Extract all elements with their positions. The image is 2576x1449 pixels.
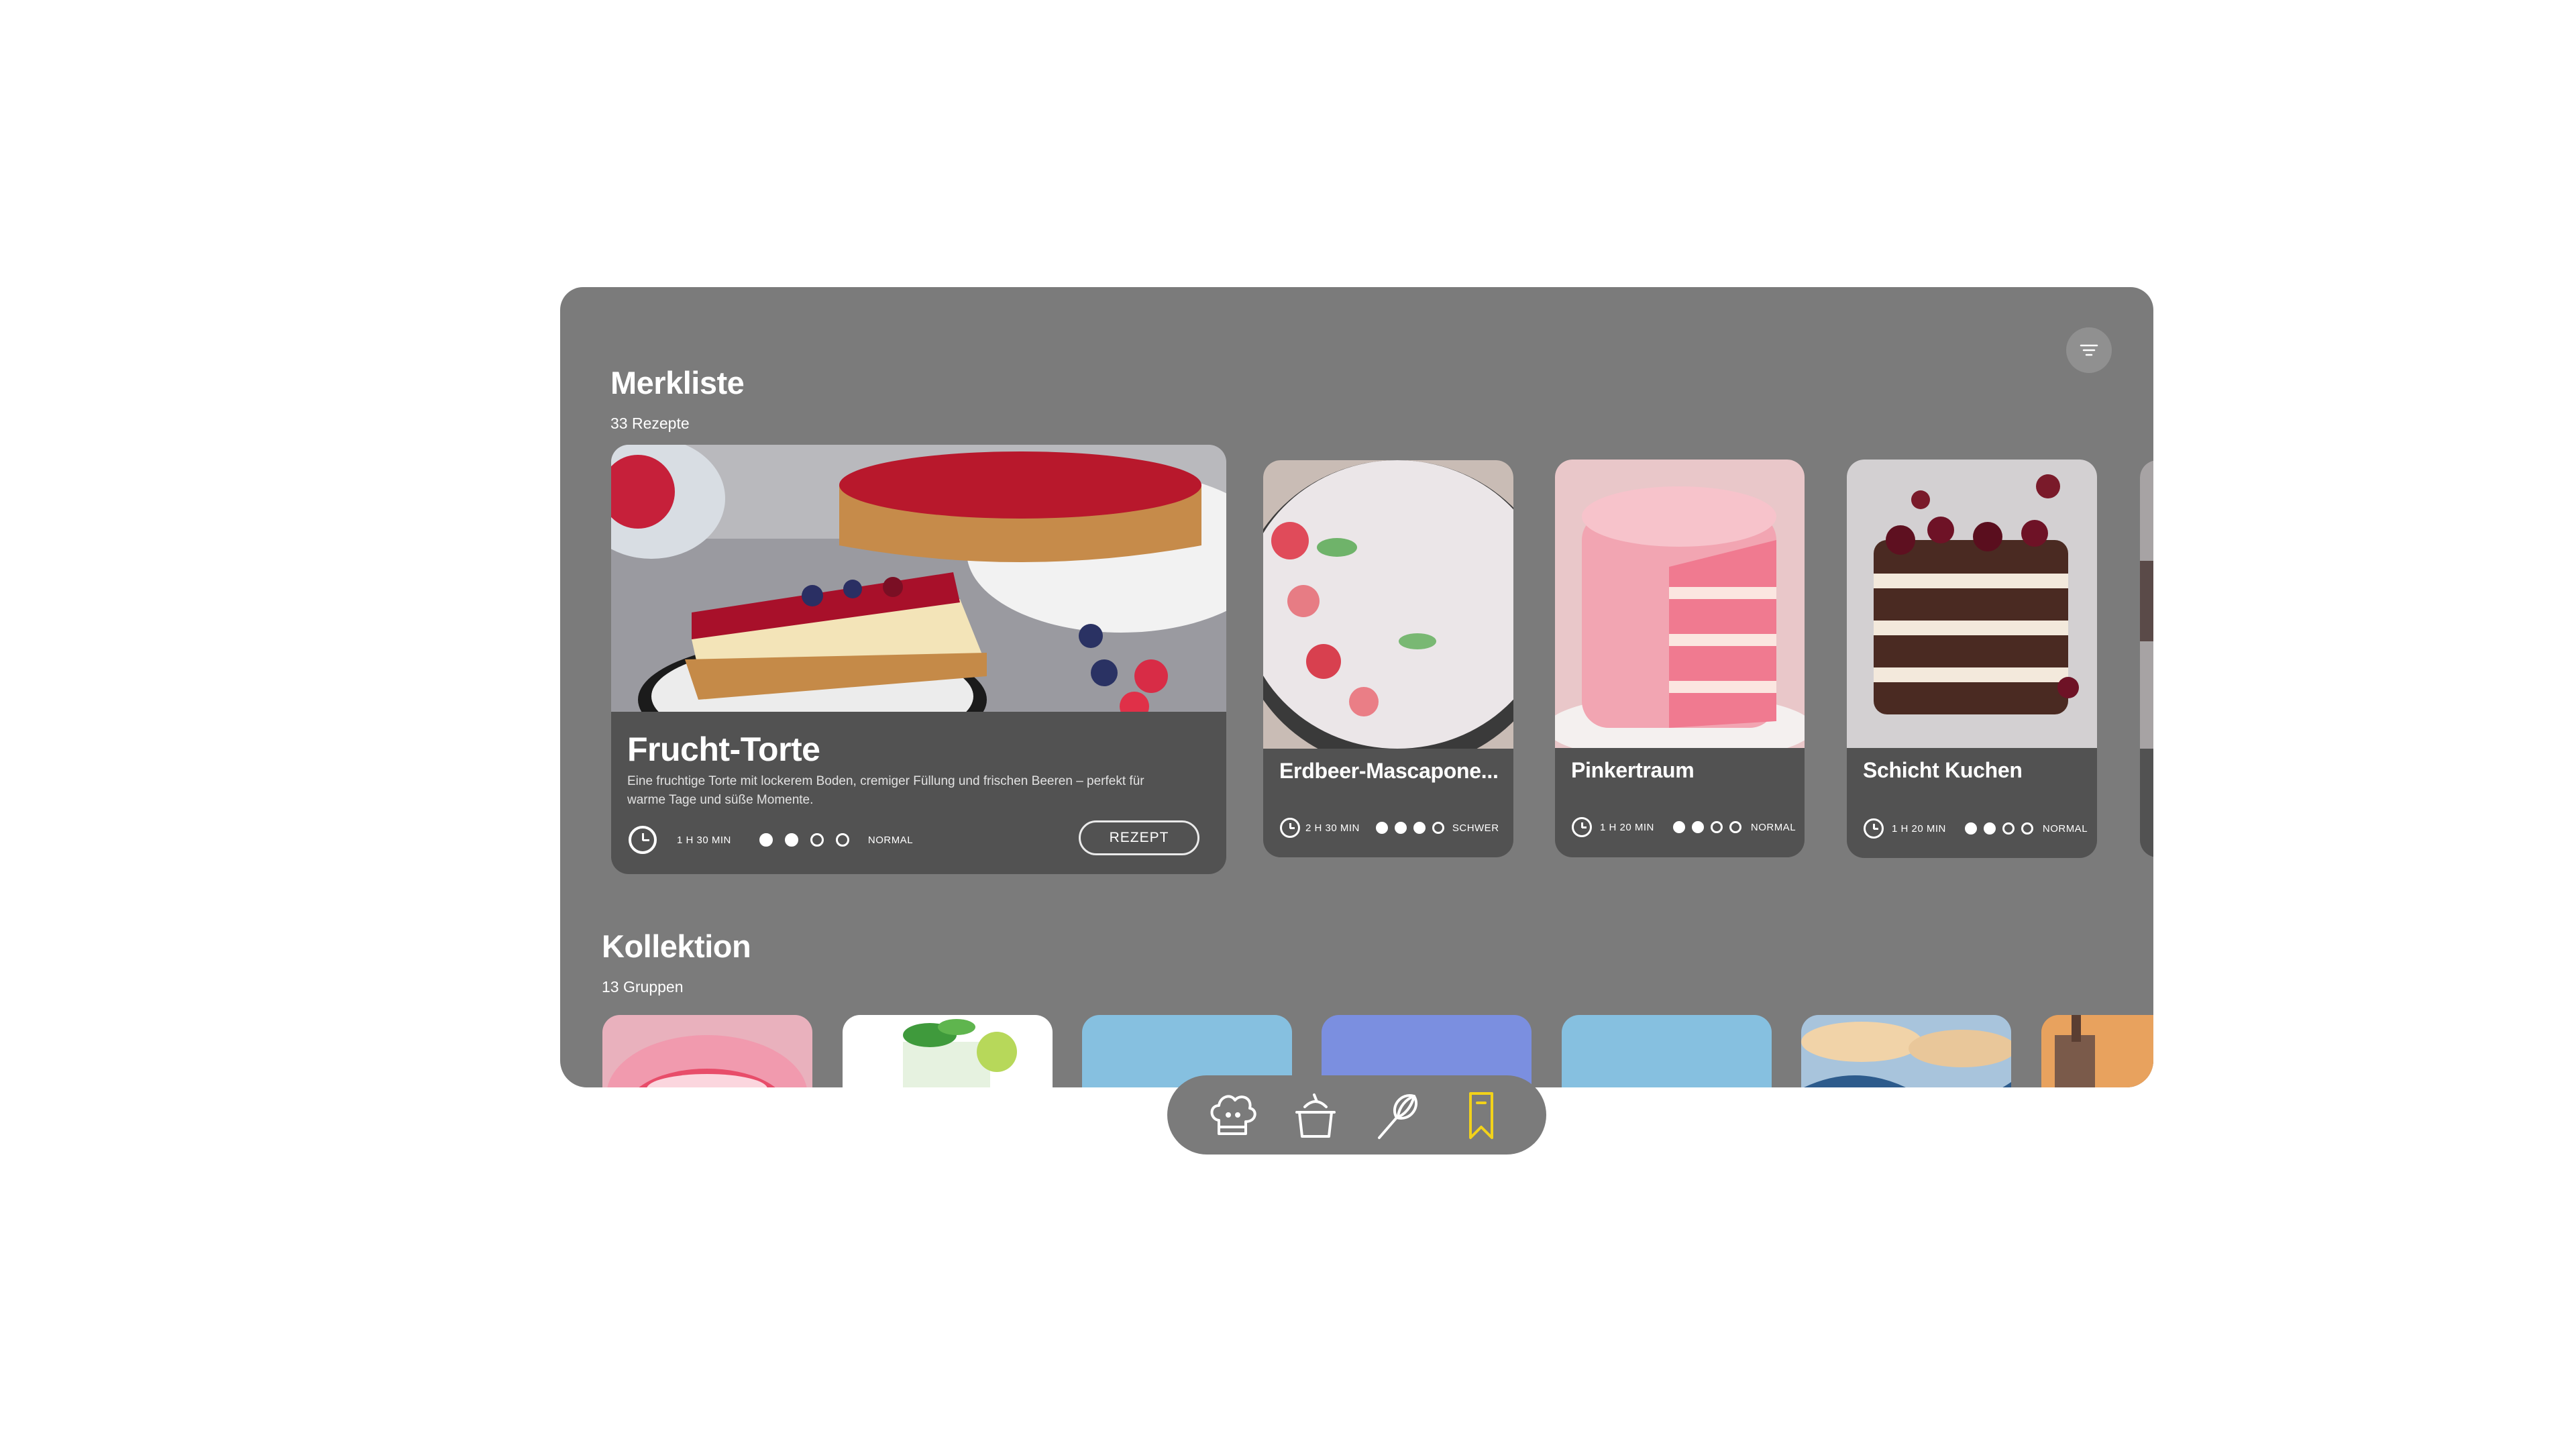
main-panel: Merkliste 33 Rezepte Frucht-Torte Eine f… — [560, 287, 2153, 1087]
recipe-name: Pinkertraum — [1571, 758, 1695, 782]
recipe-difficulty: NORMAL — [1750, 821, 1796, 833]
recipe-image — [2140, 460, 2153, 749]
watchlist-title: Merkliste — [610, 365, 745, 400]
difficulty-dot — [1983, 822, 1996, 835]
recipe-card[interactable]: Erdbeer-Mascapone... 2 H 30 MIN SCHWER — [1263, 460, 1513, 857]
recipe-time: 1 H 20 MIN — [1600, 821, 1654, 833]
difficulty-dots — [1672, 821, 1741, 833]
featured-recipe-description: Eine fruchtige Torte mit lockerem Boden,… — [627, 774, 1144, 807]
difficulty-dots — [1375, 822, 1444, 834]
difficulty-dot — [1710, 821, 1723, 833]
difficulty-dot — [1729, 821, 1741, 833]
recipe-meta: 2 H 30 MIN SCHWER — [1280, 818, 1499, 838]
difficulty-dots — [759, 833, 849, 847]
difficulty-dot — [1394, 822, 1407, 834]
recipe-meta: 1 H 20 MIN NORMAL — [1572, 817, 1796, 837]
collection-image — [903, 1019, 1017, 1087]
collection-item[interactable] — [843, 1015, 1053, 1087]
featured-recipe-card[interactable]: Frucht-Torte Eine fruchtige Torte mit lo… — [611, 445, 1226, 874]
recipe-card[interactable]: Pinkertraum 1 H 20 MIN NORMAL — [1555, 460, 1805, 857]
difficulty-dot — [1375, 822, 1388, 834]
clock-icon — [1280, 818, 1300, 838]
difficulty-dot — [784, 833, 798, 847]
difficulty-dot — [1672, 821, 1685, 833]
recipe-card-partial[interactable] — [2140, 460, 2153, 857]
collection-item[interactable] — [1562, 1015, 1772, 1087]
whisk-icon — [1378, 1094, 1418, 1139]
difficulty-dot — [835, 833, 849, 847]
watchlist-count: 33 Rezepte — [610, 415, 690, 432]
recipe-image — [1555, 460, 1805, 748]
bottom-navigation-dock — [1167, 1075, 1546, 1155]
recipe-image — [1263, 460, 1513, 749]
cooking-pot-icon — [1295, 1093, 1336, 1138]
collection-image — [2041, 1015, 2153, 1087]
recipe-name: Erdbeer-Mascapone... — [1279, 759, 1499, 783]
difficulty-dot — [2021, 822, 2033, 835]
difficulty-dot — [1691, 821, 1704, 833]
dock-bookmarks-button[interactable] — [1448, 1081, 1515, 1148]
recipe-button[interactable]: REZEPT — [1079, 820, 1199, 855]
filter-lines-icon — [2080, 344, 2098, 356]
recipe-difficulty: SCHWER — [1452, 822, 1499, 834]
recipe-time: 2 H 30 MIN — [1305, 822, 1360, 834]
recipe-name: Schicht Kuchen — [1863, 758, 2023, 782]
recipe-meta: 1 H 20 MIN NORMAL — [1864, 818, 2088, 839]
featured-recipe-time: 1 H 30 MIN — [677, 834, 731, 846]
difficulty-dot — [1432, 822, 1444, 834]
clock-icon — [1864, 818, 1884, 839]
collection-image — [1801, 1015, 2011, 1087]
recipe-image — [1847, 460, 2097, 748]
clock-icon — [629, 826, 657, 854]
recipe-time: 1 H 20 MIN — [1892, 822, 1946, 835]
collection-title: Kollektion — [602, 928, 751, 964]
collection-item[interactable] — [1801, 1015, 2011, 1087]
difficulty-dot — [2002, 822, 2015, 835]
difficulty-dot — [759, 833, 773, 847]
collection-image — [607, 1035, 807, 1087]
collection-item-partial[interactable] — [2041, 1015, 2153, 1087]
difficulty-dots — [1964, 822, 2033, 835]
recipe-difficulty: NORMAL — [2042, 822, 2088, 835]
filter-button[interactable] — [2066, 327, 2112, 373]
chef-hat-icon — [1210, 1095, 1256, 1135]
difficulty-dot — [1413, 822, 1426, 834]
clock-icon — [1572, 817, 1592, 837]
dock-recipes-button[interactable] — [1199, 1081, 1266, 1148]
recipe-card[interactable]: Schicht Kuchen 1 H 20 MIN NORMAL — [1847, 460, 2097, 858]
difficulty-dot — [1964, 822, 1977, 835]
featured-recipe-image — [611, 445, 1226, 712]
collection-count: 13 Gruppen — [602, 978, 684, 996]
difficulty-dot — [810, 833, 824, 847]
dock-cooking-button[interactable] — [1282, 1081, 1349, 1148]
collection-item[interactable] — [602, 1015, 812, 1087]
bookmark-icon — [1469, 1092, 1494, 1139]
dock-baking-button[interactable] — [1364, 1081, 1432, 1148]
featured-recipe-name: Frucht-Torte — [627, 731, 820, 768]
featured-recipe-difficulty: NORMAL — [867, 834, 914, 846]
featured-recipe-meta: 1 H 30 MIN NORMAL — [629, 826, 913, 854]
